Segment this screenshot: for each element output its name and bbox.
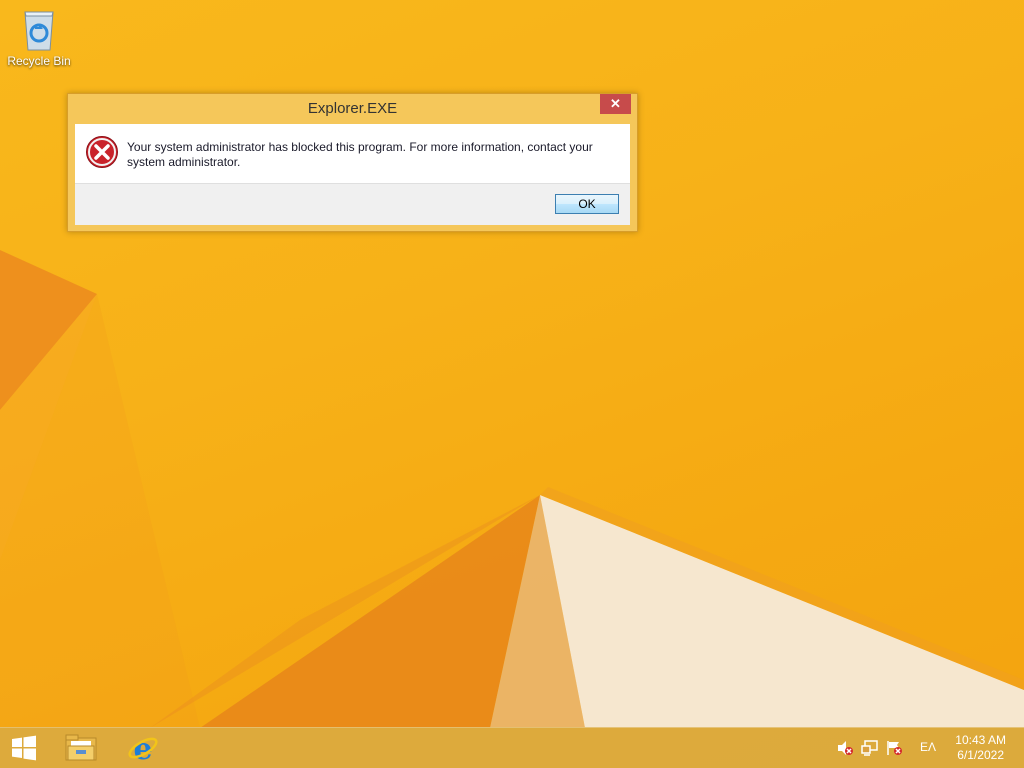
- recycle-bin-icon: [24, 11, 54, 51]
- internet-explorer-icon: e: [128, 732, 158, 764]
- input-language-indicator[interactable]: ΕΛ: [920, 740, 936, 754]
- desktop-icon-recycle-bin[interactable]: Recycle Bin: [4, 6, 74, 68]
- error-dialog: Explorer.EXE ✕ Your system administrator…: [67, 93, 638, 232]
- dialog-footer: OK: [75, 183, 630, 225]
- windows-logo-icon: [12, 735, 36, 761]
- volume-muted-icon[interactable]: [836, 740, 854, 756]
- network-icon[interactable]: [861, 740, 879, 756]
- dialog-title: Explorer.EXE: [307, 100, 398, 117]
- clock-time: 10:43 AM: [955, 733, 1006, 747]
- taskbar: e ΕΛ 10:43 AM 6/1/2022: [0, 727, 1024, 768]
- taskbar-file-explorer[interactable]: [57, 728, 105, 768]
- file-explorer-icon: [65, 734, 97, 761]
- action-center-flag-icon[interactable]: [886, 740, 904, 756]
- start-button[interactable]: [0, 728, 48, 768]
- desktop-icon-label: Recycle Bin: [7, 54, 71, 68]
- ok-button[interactable]: OK: [555, 194, 619, 214]
- taskbar-internet-explorer[interactable]: e: [119, 728, 167, 768]
- error-icon: [86, 136, 118, 168]
- svg-text:e: e: [133, 732, 152, 764]
- system-clock[interactable]: 10:43 AM 6/1/2022: [955, 733, 1006, 763]
- close-button[interactable]: ✕: [600, 94, 631, 114]
- clock-date: 6/1/2022: [957, 748, 1004, 762]
- dialog-content: Your system administrator has blocked th…: [75, 124, 630, 225]
- dialog-message: Your system administrator has blocked th…: [127, 140, 593, 169]
